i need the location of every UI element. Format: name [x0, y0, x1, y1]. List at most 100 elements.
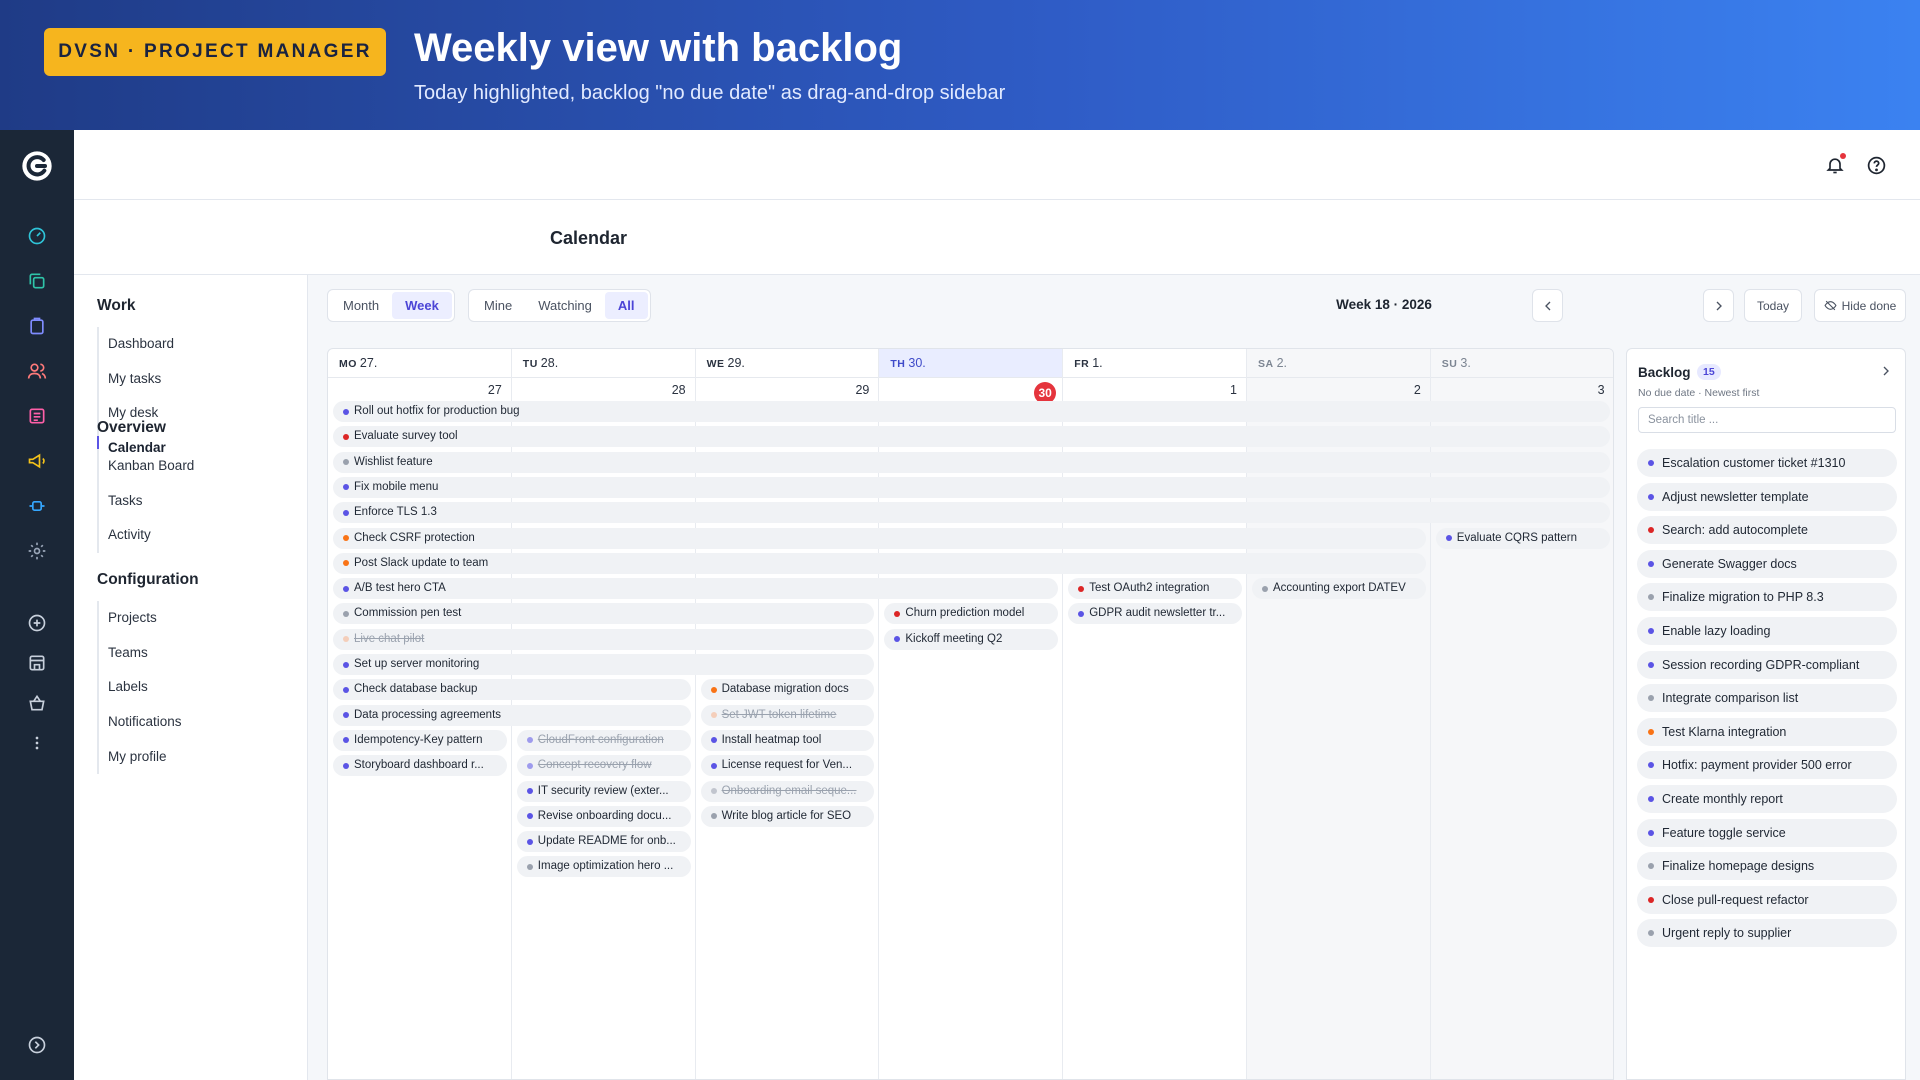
backlog-item[interactable]: Close pull-request refactor — [1637, 885, 1897, 914]
app-logo-icon[interactable] — [19, 148, 55, 184]
view-tab-week[interactable]: Week — [392, 292, 452, 319]
dashboard-gauge-icon[interactable] — [22, 221, 52, 251]
calendar-event[interactable]: GDPR audit newsletter tr... — [1068, 603, 1242, 625]
copy-icon[interactable] — [22, 266, 52, 296]
calendar-event[interactable]: CloudFront configuration — [516, 729, 691, 751]
calendar-event[interactable]: Roll out hotfix for production bug — [333, 401, 1610, 422]
nav-item-activity[interactable]: Activity — [99, 518, 194, 553]
next-week-button[interactable] — [1703, 289, 1734, 322]
filter-tab-all[interactable]: All — [604, 292, 648, 319]
calendar-event[interactable]: Database migration docs — [700, 679, 875, 701]
hide-done-button[interactable]: Hide done — [1814, 289, 1906, 322]
backlog-item[interactable]: Enable lazy loading — [1637, 617, 1897, 645]
expand-sidebar-icon[interactable] — [22, 1030, 52, 1060]
backlog-item[interactable]: Feature toggle service — [1637, 818, 1897, 847]
filter-tab-mine[interactable]: Mine — [471, 292, 525, 319]
day-number: 27 — [487, 383, 502, 397]
calendar-event[interactable]: Install heatmap tool — [700, 729, 875, 751]
calendar-event[interactable]: Idempotency-Key pattern — [333, 729, 507, 751]
calendar-event[interactable]: Concept recovery flow — [516, 755, 691, 777]
backlog-item[interactable]: Session recording GDPR-compliant — [1637, 650, 1897, 679]
calendar-event[interactable]: Write blog article for SEO — [700, 805, 875, 827]
nav-group-configuration: Projects Teams Labels Notifications My profi… — [97, 601, 182, 775]
day-header: SA 2. — [1247, 349, 1430, 378]
backlog-item[interactable]: Hotfix: payment provider 500 error — [1637, 751, 1897, 780]
nav-item-kanban-board[interactable]: Kanban Board — [99, 449, 194, 484]
today-button[interactable]: Today — [1744, 289, 1802, 322]
calendar-event[interactable]: Data processing agreements — [333, 704, 691, 726]
nav-item-my-profile[interactable]: My profile — [99, 740, 182, 775]
day-header: SU 3. — [1430, 349, 1613, 378]
basket-icon[interactable] — [22, 688, 52, 718]
storefront-icon[interactable] — [22, 648, 52, 678]
calendar-event[interactable]: Test OAuth2 integration — [1068, 578, 1242, 600]
calendar-event[interactable]: Live chat pilot — [333, 628, 875, 650]
day-date-label: 3. — [1460, 356, 1471, 370]
backlog-item[interactable]: Urgent reply to supplier — [1637, 919, 1897, 948]
backlog-item[interactable]: Finalize homepage designs — [1637, 852, 1897, 881]
backlog-item[interactable]: Search: add autocomplete — [1637, 516, 1897, 545]
backlog-item[interactable]: Adjust newsletter template — [1637, 482, 1897, 511]
megaphone-icon[interactable] — [22, 446, 52, 476]
notification-dot — [1840, 153, 1846, 159]
day-of-week: FR — [1074, 358, 1090, 370]
calendar-event[interactable]: Evaluate survey tool — [333, 426, 1610, 448]
backlog-search-input[interactable]: Search title ... — [1638, 407, 1896, 433]
calendar-event[interactable]: License request for Ven... — [700, 755, 875, 777]
calendar-event[interactable]: Update README for onb... — [516, 831, 691, 853]
list-icon[interactable] — [22, 401, 52, 431]
help-icon[interactable] — [1863, 152, 1889, 178]
calendar-event[interactable]: Set JWT token lifetime — [700, 704, 875, 726]
calendar-event[interactable]: Enforce TLS 1.3 — [333, 502, 1610, 524]
nav-item-projects[interactable]: Projects — [99, 601, 182, 636]
filter-toggle: Mine Watching All — [468, 289, 651, 322]
nav-item-teams[interactable]: Teams — [99, 636, 182, 671]
filter-tab-watching[interactable]: Watching — [525, 292, 605, 319]
backlog-item[interactable]: Finalize migration to PHP 8.3 — [1637, 583, 1897, 612]
calendar-event[interactable]: Onboarding email seque... — [700, 780, 875, 802]
calendar-event[interactable]: Kickoff meeting Q2 — [884, 628, 1059, 650]
more-vertical-icon[interactable] — [22, 728, 52, 758]
calendar-event[interactable]: Wishlist feature — [333, 451, 1610, 473]
clipboard-icon[interactable] — [22, 311, 52, 341]
calendar-event[interactable]: Set up server monitoring — [333, 654, 875, 675]
add-circle-icon[interactable] — [22, 608, 52, 638]
users-icon[interactable] — [22, 356, 52, 386]
day-date-label: 28. — [540, 356, 559, 370]
icon-rail — [0, 130, 74, 1080]
nav-item-tasks[interactable]: Tasks — [99, 484, 194, 519]
nav-item-labels[interactable]: Labels — [99, 670, 182, 705]
nav-item-dashboard[interactable]: Dashboard — [99, 327, 174, 362]
nav-item-my-tasks[interactable]: My tasks — [99, 362, 174, 397]
backlog-item[interactable]: Generate Swagger docs — [1637, 549, 1897, 578]
plugin-icon[interactable] — [22, 491, 52, 521]
calendar-event[interactable]: Commission pen test — [333, 603, 875, 625]
calendar-event[interactable]: Fix mobile menu — [333, 476, 1610, 498]
day-header: MO 27. — [328, 349, 511, 378]
backlog-item[interactable]: Escalation customer ticket #1310 — [1637, 449, 1897, 477]
banner: DVSN · PROJECT MANAGER Weekly view with … — [0, 0, 1920, 130]
calendar-event[interactable]: Accounting export DATEV — [1252, 578, 1426, 600]
calendar-event[interactable]: Evaluate CQRS pattern — [1435, 527, 1610, 549]
calendar-event[interactable]: Check CSRF protection — [333, 527, 1426, 549]
backlog-item[interactable]: Test Klarna integration — [1637, 717, 1897, 746]
calendar-event[interactable]: Churn prediction model — [884, 603, 1059, 625]
week-label: Week 18 · 2026 — [1336, 297, 1432, 312]
calendar-event[interactable]: Post Slack update to team — [333, 552, 1426, 574]
view-tab-month[interactable]: Month — [330, 292, 392, 319]
calendar-event[interactable]: A/B test hero CTA — [333, 578, 1059, 600]
backlog-item[interactable]: Create monthly report — [1637, 785, 1897, 813]
nav-item-notifications[interactable]: Notifications — [99, 705, 182, 740]
calendar-event[interactable]: IT security review (exter... — [516, 780, 691, 802]
backlog-sidebar: Backlog 15 No due date · Newest first Se… — [1626, 348, 1906, 1080]
calendar-event[interactable]: Image optimization hero ... — [516, 856, 691, 878]
calendar-event[interactable]: Storyboard dashboard r... — [333, 755, 507, 777]
calendar-event[interactable]: Revise onboarding docu... — [516, 805, 691, 827]
collapse-backlog-icon[interactable] — [1878, 363, 1894, 384]
calendar-event[interactable]: Check database backup — [333, 679, 691, 701]
bell-icon[interactable] — [1822, 152, 1848, 178]
settings-gear-icon[interactable] — [22, 536, 52, 566]
prev-week-button[interactable] — [1532, 289, 1563, 322]
backlog-item[interactable]: Integrate comparison list — [1637, 684, 1897, 713]
backlog-title: Backlog — [1638, 365, 1691, 380]
